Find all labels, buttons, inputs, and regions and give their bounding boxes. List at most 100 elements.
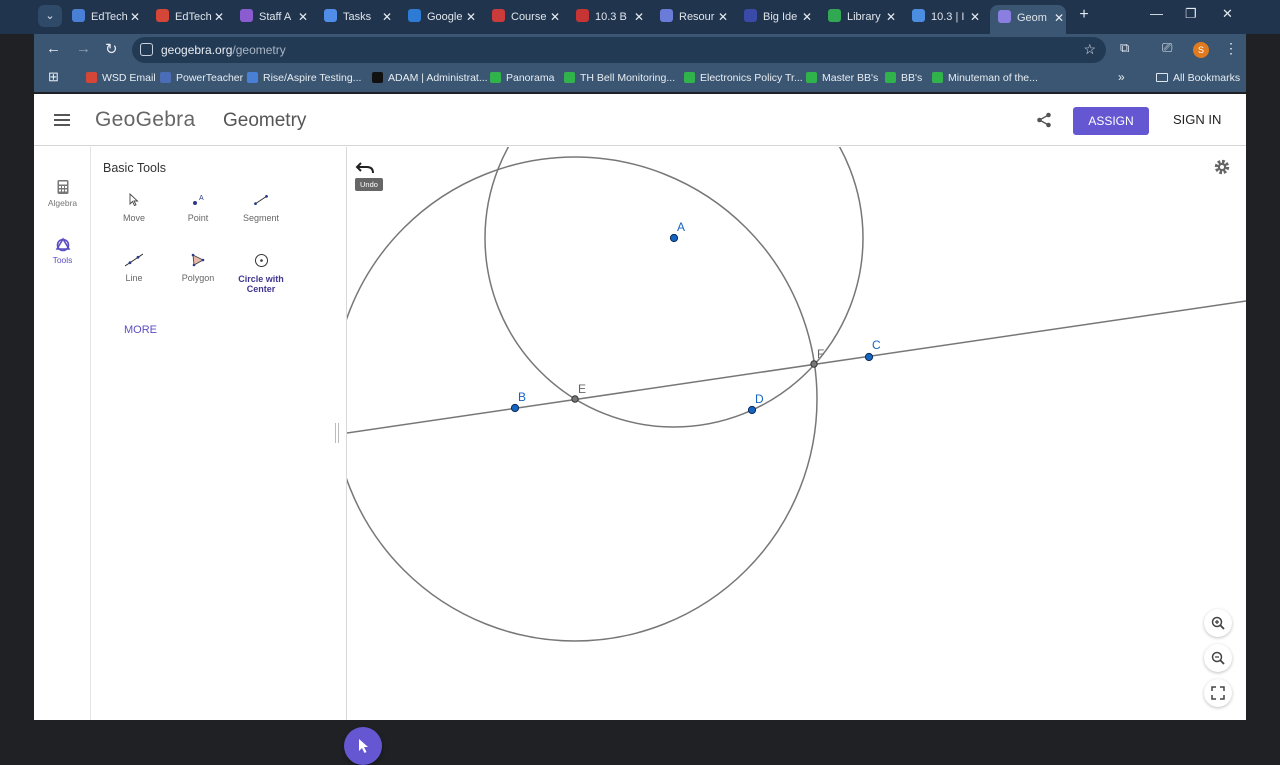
menu-icon[interactable] (54, 114, 70, 126)
undo-icon[interactable] (355, 161, 375, 175)
browser-tab[interactable]: Library ✕ (820, 4, 898, 30)
bookmark-item[interactable]: Panorama (490, 72, 554, 84)
tab-close-icon[interactable]: ✕ (632, 4, 646, 30)
tab-label: EdTech (91, 11, 128, 23)
bookmark-item[interactable]: Rise/Aspire Testing... (247, 72, 361, 84)
bookmark-item[interactable]: BB's (885, 72, 922, 84)
tab-close-icon[interactable]: ✕ (884, 4, 898, 30)
tab-close-icon[interactable]: ✕ (968, 4, 982, 30)
browser-tab[interactable]: 10.3 B ✕ (568, 4, 646, 30)
bookmark-label: TH Bell Monitoring... (580, 72, 676, 84)
settings-gear-icon[interactable] (1213, 158, 1231, 176)
point-e[interactable] (571, 395, 579, 403)
browser-tab[interactable]: Google ✕ (400, 4, 478, 30)
rail-tools[interactable]: Tools (34, 236, 91, 265)
bookmark-label: ADAM | Administrat... (388, 72, 488, 84)
tool-line[interactable]: Line (102, 253, 166, 283)
browser-tab[interactable]: Staff A ✕ (232, 4, 310, 30)
tab-favicon-icon (744, 9, 757, 22)
bookmark-star-icon[interactable]: ☆ (1083, 41, 1096, 58)
more-bookmarks-icon[interactable]: » (1118, 70, 1125, 84)
segment-tool-icon (254, 195, 268, 205)
bookmark-favicon-icon (806, 72, 817, 83)
all-bookmarks[interactable]: All Bookmarks (1156, 72, 1240, 84)
sign-in-button[interactable]: SIGN IN (1173, 112, 1221, 127)
label-a: A (677, 220, 685, 234)
folder-icon (1156, 73, 1168, 82)
select-mode-button[interactable] (344, 727, 382, 765)
point-d[interactable] (747, 405, 757, 415)
browser-tab[interactable]: EdTech ✕ (64, 4, 142, 30)
browser-tab[interactable]: Course ✕ (484, 4, 562, 30)
url-text[interactable]: geogebra.org/geometry (161, 43, 286, 57)
tab-favicon-icon (828, 9, 841, 22)
line-bc[interactable] (347, 300, 1246, 434)
bookmark-item[interactable]: ADAM | Administrat... (372, 72, 488, 84)
bookmark-label: BB's (901, 72, 923, 84)
tool-segment[interactable]: Segment (229, 193, 293, 223)
tool-polygon[interactable]: Polygon (166, 253, 230, 283)
tab-favicon-icon (156, 9, 169, 22)
restore-button[interactable]: ❐ (1185, 6, 1197, 22)
point-c[interactable] (864, 352, 874, 362)
browser-tab[interactable]: 10.3 | I ✕ (904, 4, 982, 30)
tab-close-icon[interactable]: ✕ (464, 4, 478, 30)
bookmark-favicon-icon (490, 72, 501, 83)
profile-avatar[interactable]: S (1193, 42, 1209, 58)
point-b[interactable] (510, 403, 520, 413)
bookmark-item[interactable]: PowerTeacher (160, 72, 243, 84)
bookmark-item[interactable]: Electronics Policy Tr... (684, 72, 803, 84)
bookmark-favicon-icon (247, 72, 258, 83)
tool-circle-with-center[interactable]: Circle with Center (229, 253, 293, 294)
point-a[interactable] (669, 233, 679, 243)
graphics-view[interactable]: A B C D E F Undo (347, 147, 1246, 720)
tab-close-icon[interactable]: ✕ (716, 4, 730, 30)
browser-tab[interactable]: Geom ✕ (990, 5, 1066, 34)
assign-button[interactable]: ASSIGN (1073, 107, 1149, 135)
tab-close-icon[interactable]: ✕ (800, 4, 814, 30)
tab-close-icon[interactable]: ✕ (380, 4, 394, 30)
browser-tab[interactable]: Big Ide ✕ (736, 4, 814, 30)
share-icon[interactable] (1036, 112, 1052, 128)
tab-close-icon[interactable]: ✕ (212, 4, 226, 30)
back-icon[interactable]: ← (46, 40, 61, 57)
site-info-icon[interactable] (140, 43, 153, 56)
tab-close-icon[interactable]: ✕ (128, 4, 142, 30)
bookmark-item[interactable]: WSD Email (86, 72, 156, 84)
tab-close-icon[interactable]: ✕ (548, 4, 562, 30)
zoom-in-button[interactable] (1204, 609, 1232, 637)
forward-icon[interactable]: → (76, 40, 91, 57)
tab-search-button[interactable]: ⌄ (38, 5, 62, 27)
reload-icon[interactable]: ↻ (105, 40, 118, 58)
tab-label: Tasks (343, 11, 372, 23)
cast-icon[interactable]: ⎚ (1162, 40, 1172, 56)
geogebra-logo[interactable]: GeoGebra (95, 108, 195, 132)
browser-tab[interactable]: EdTech ✕ (148, 4, 226, 30)
minimize-button[interactable]: — (1150, 6, 1163, 21)
browser-menu-icon[interactable]: ⋮ (1224, 40, 1238, 57)
bookmark-item[interactable]: Minuteman of the... (932, 72, 1038, 84)
tab-close-icon[interactable]: ✕ (296, 4, 310, 30)
zoom-out-button[interactable] (1204, 644, 1232, 672)
panel-resize-handle[interactable] (335, 423, 339, 443)
fullscreen-button[interactable] (1204, 679, 1232, 707)
tool-move[interactable]: Move (102, 193, 166, 223)
bookmark-item[interactable]: Master BB's (806, 72, 878, 84)
geogebra-page: GeoGebra Geometry ASSIGN SIGN IN Algebra… (34, 94, 1246, 765)
construction-drawing[interactable]: A B C D E F (347, 147, 1246, 720)
rail-algebra[interactable]: Algebra (34, 179, 91, 208)
tab-close-icon[interactable]: ✕ (1052, 5, 1066, 31)
browser-tab[interactable]: Tasks ✕ (316, 4, 394, 30)
browser-toolbar: ← → ↻ geogebra.org/geometry ☆ ⧉ ⎚ S ⋮ (34, 34, 1246, 66)
extensions-icon[interactable]: ⧉ (1120, 40, 1129, 56)
close-window-button[interactable]: ✕ (1222, 6, 1233, 22)
more-tools-button[interactable]: MORE (124, 324, 157, 336)
bookmark-item[interactable]: TH Bell Monitoring... (564, 72, 675, 84)
tool-point[interactable]: A Point (166, 193, 230, 223)
browser-tab[interactable]: Resour ✕ (652, 4, 730, 30)
new-tab-button[interactable]: + (1077, 6, 1091, 24)
point-f[interactable] (810, 360, 818, 368)
apps-grid-icon[interactable]: ⊞ (48, 69, 59, 85)
address-bar[interactable]: geogebra.org/geometry ☆ (132, 37, 1106, 63)
tab-label: 10.3 B (595, 11, 627, 23)
